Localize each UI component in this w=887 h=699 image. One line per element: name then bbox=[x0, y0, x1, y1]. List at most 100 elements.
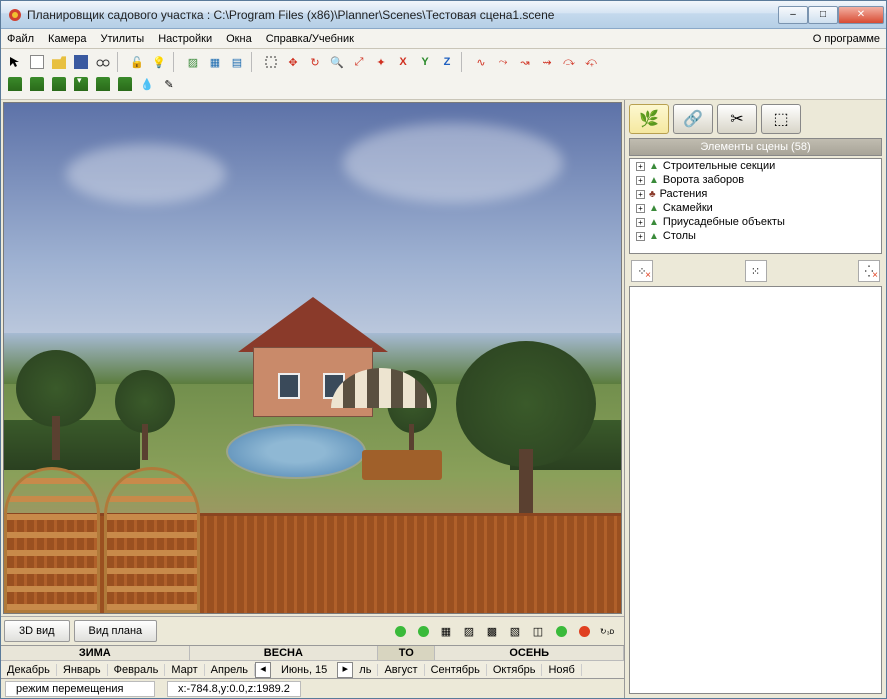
image-icon[interactable]: ▨ bbox=[183, 52, 203, 72]
bulb-icon[interactable]: 💡 bbox=[149, 52, 169, 72]
menu-utils[interactable]: Утилиты bbox=[101, 33, 145, 45]
month-sep[interactable]: Сентябрь bbox=[425, 664, 487, 676]
path-tool-5-icon[interactable]: ⤼ bbox=[559, 52, 579, 72]
month-nov[interactable]: Нояб bbox=[542, 664, 581, 676]
terrain-3-icon[interactable] bbox=[49, 74, 69, 94]
mini-tool-2-icon[interactable]: ▨ bbox=[459, 621, 479, 641]
unlock-icon[interactable]: 🔓 bbox=[127, 52, 147, 72]
status-green-2-icon[interactable] bbox=[413, 621, 433, 641]
zoom-icon[interactable]: 🔍 bbox=[327, 52, 347, 72]
tree-item: +▲Скамейки bbox=[630, 201, 881, 215]
path-tool-3-icon[interactable]: ↝ bbox=[515, 52, 535, 72]
action-2-button[interactable]: ⁙ bbox=[745, 260, 767, 282]
folder-icon: ▲ bbox=[649, 231, 659, 242]
move-icon[interactable]: ✥ bbox=[283, 52, 303, 72]
season-spring[interactable]: ВЕСНА bbox=[190, 646, 379, 660]
season-bar: ЗИМА ВЕСНА ТО ОСЕНЬ bbox=[1, 645, 624, 660]
status-green-1-icon[interactable] bbox=[390, 621, 410, 641]
folder-icon: ♣ bbox=[649, 189, 656, 200]
month-jul[interactable]: ль bbox=[353, 664, 378, 676]
app-window: Планировщик садового участка : C:\Progra… bbox=[0, 0, 887, 699]
month-feb[interactable]: Февраль bbox=[108, 664, 166, 676]
toolbar: 🔓 💡 ▨ ▦ ▤ ✥ ↻ 🔍 ⤢ ✦ X Y Z ∿ ⤳ ↝ ⇝ ⤼ ⤽ bbox=[1, 49, 886, 100]
month-prev-button[interactable]: ◂ bbox=[255, 662, 271, 678]
mini-tool-4-icon[interactable]: ▧ bbox=[505, 621, 525, 641]
statusbar: режим перемещения x:-784.8,y:0.0,z:1989.… bbox=[1, 678, 624, 698]
menu-windows[interactable]: Окна bbox=[226, 33, 252, 45]
expand-icon[interactable]: + bbox=[636, 162, 645, 171]
folder-icon: ▲ bbox=[649, 175, 659, 186]
menu-settings[interactable]: Настройки bbox=[158, 33, 212, 45]
layers-icon[interactable]: ▤ bbox=[227, 52, 247, 72]
window-title: Планировщик садового участка : C:\Progra… bbox=[27, 8, 778, 22]
rotate-icon[interactable]: ↻ bbox=[305, 52, 325, 72]
path-tool-1-icon[interactable]: ∿ bbox=[471, 52, 491, 72]
binoculars-icon[interactable] bbox=[93, 52, 113, 72]
tab-cube-icon[interactable]: ⬚ bbox=[761, 104, 801, 134]
maximize-button[interactable]: □ bbox=[808, 6, 838, 24]
view-3d-button[interactable]: 3D вид bbox=[4, 620, 70, 642]
expand-icon[interactable]: + bbox=[636, 204, 645, 213]
status-red-icon[interactable] bbox=[574, 621, 594, 641]
new-file-icon[interactable] bbox=[27, 52, 47, 72]
season-summer[interactable]: ТО bbox=[378, 646, 435, 660]
tab-objects-icon[interactable]: 🌿 bbox=[629, 104, 669, 134]
terrain-6-icon[interactable] bbox=[115, 74, 135, 94]
terrain-2-icon[interactable] bbox=[27, 74, 47, 94]
month-apr[interactable]: Апрель bbox=[205, 664, 255, 676]
axis-x-button[interactable]: X bbox=[393, 52, 413, 72]
season-autumn[interactable]: ОСЕНЬ bbox=[435, 646, 624, 660]
mini-tool-3-icon[interactable]: ▩ bbox=[482, 621, 502, 641]
menubar: Файл Камера Утилиты Настройки Окна Справ… bbox=[1, 29, 886, 49]
3d-viewport[interactable] bbox=[3, 102, 622, 614]
open-file-icon[interactable] bbox=[49, 52, 69, 72]
folder-icon: ▲ bbox=[649, 217, 659, 228]
terrain-4-icon[interactable]: ▾ bbox=[71, 74, 91, 94]
mini-3d-icon[interactable]: ↻₃ᴅ bbox=[597, 621, 617, 641]
menu-file[interactable]: Файл bbox=[7, 33, 34, 45]
status-green-3-icon[interactable] bbox=[551, 621, 571, 641]
season-winter[interactable]: ЗИМА bbox=[1, 646, 190, 660]
action-1-button[interactable]: ⁘× bbox=[631, 260, 653, 282]
scene-tree[interactable]: +▲Строительные секции +▲Ворота заборов +… bbox=[629, 158, 882, 254]
save-file-icon[interactable] bbox=[71, 52, 91, 72]
mini-tool-1-icon[interactable]: ▦ bbox=[436, 621, 456, 641]
expand-icon[interactable]: + bbox=[636, 190, 645, 199]
tab-link-icon[interactable]: 🔗 bbox=[673, 104, 713, 134]
select-tool-icon[interactable] bbox=[5, 52, 25, 72]
close-button[interactable]: ✕ bbox=[838, 6, 884, 24]
status-coords: x:-784.8,y:0.0,z:1989.2 bbox=[167, 681, 301, 697]
box-select-icon[interactable] bbox=[261, 52, 281, 72]
folder-icon: ▲ bbox=[649, 161, 659, 172]
month-aug[interactable]: Август bbox=[378, 664, 424, 676]
axis-z-button[interactable]: Z bbox=[437, 52, 457, 72]
month-dec[interactable]: Декабрь bbox=[1, 664, 57, 676]
grid-icon[interactable]: ▦ bbox=[205, 52, 225, 72]
month-jan[interactable]: Январь bbox=[57, 664, 108, 676]
terrain-5-icon[interactable] bbox=[93, 74, 113, 94]
axes-icon[interactable]: ✦ bbox=[371, 52, 391, 72]
menu-camera[interactable]: Камера bbox=[48, 33, 86, 45]
tree-item: +▲Строительные секции bbox=[630, 159, 881, 173]
minimize-button[interactable]: – bbox=[778, 6, 808, 24]
expand-icon[interactable]: + bbox=[636, 176, 645, 185]
month-mar[interactable]: Март bbox=[165, 664, 204, 676]
terrain-1-icon[interactable] bbox=[5, 74, 25, 94]
menu-about[interactable]: О программе bbox=[813, 33, 880, 45]
month-oct[interactable]: Октябрь bbox=[487, 664, 543, 676]
path-tool-2-icon[interactable]: ⤳ bbox=[493, 52, 513, 72]
expand-icon[interactable]: + bbox=[636, 218, 645, 227]
water-drop-icon[interactable]: 💧 bbox=[137, 74, 157, 94]
action-3-button[interactable]: ⁛× bbox=[858, 260, 880, 282]
scale-icon[interactable]: ⤢ bbox=[349, 52, 369, 72]
path-tool-4-icon[interactable]: ⇝ bbox=[537, 52, 557, 72]
eyedropper-icon[interactable]: ✎ bbox=[159, 74, 179, 94]
path-tool-6-icon[interactable]: ⤽ bbox=[581, 52, 601, 72]
mini-tool-5-icon[interactable]: ◫ bbox=[528, 621, 548, 641]
menu-help[interactable]: Справка/Учебник bbox=[266, 33, 354, 45]
month-next-button[interactable]: ▸ bbox=[337, 662, 353, 678]
tab-scissors-icon[interactable]: ✂ bbox=[717, 104, 757, 134]
view-plan-button[interactable]: Вид плана bbox=[74, 620, 158, 642]
axis-y-button[interactable]: Y bbox=[415, 52, 435, 72]
expand-icon[interactable]: + bbox=[636, 232, 645, 241]
